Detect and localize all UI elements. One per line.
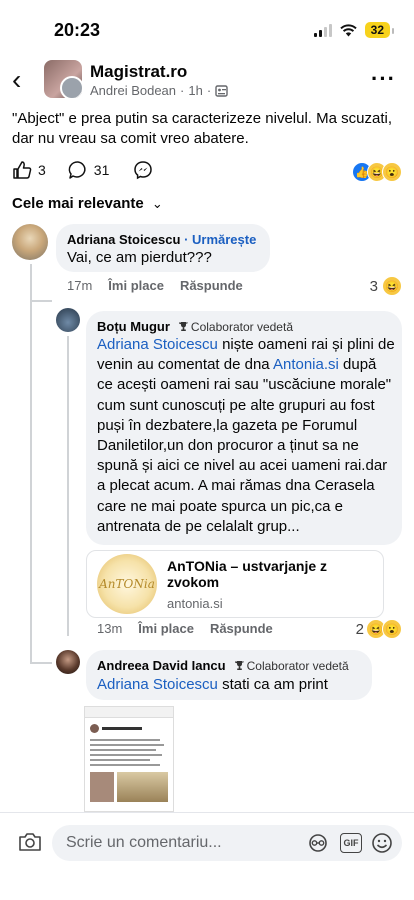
more-options-icon[interactable]: ··· — [371, 66, 396, 92]
wifi-icon — [339, 23, 357, 36]
wow-reaction-icon: 😮 — [382, 619, 402, 639]
reaction-count: 2 — [355, 620, 364, 638]
follow-link[interactable]: · Urmărește — [184, 232, 256, 247]
screenshot-image-attachment[interactable] — [84, 706, 174, 812]
messenger-share-button[interactable] — [133, 160, 153, 180]
haha-reaction-icon: 😆 — [382, 276, 402, 296]
thread-branch — [30, 300, 52, 302]
comment-bubble-icon — [68, 161, 86, 179]
like-button[interactable]: 3 — [12, 160, 46, 180]
mention-link[interactable]: Antonia.si — [273, 356, 339, 373]
chevron-down-icon: ⌄ — [151, 196, 163, 211]
emoji-icon[interactable] — [371, 832, 393, 854]
author-name[interactable]: Andrei Bodean — [90, 83, 176, 98]
comment-reactions[interactable]: 3 😆 — [370, 276, 402, 296]
post-text: "Abject" e prea putin sa caracterizeze n… — [12, 110, 392, 147]
author-avatar — [60, 76, 82, 98]
gif-icon[interactable]: GIF — [340, 833, 362, 853]
comment-count: 31 — [93, 162, 110, 178]
sort-label: Cele mai relevante — [12, 195, 144, 212]
reaction-summary[interactable]: 👍 😆 😮 — [352, 162, 402, 182]
group-privacy-icon — [215, 84, 228, 97]
like-comment-button[interactable]: Îmi place — [138, 621, 194, 636]
link-thumbnail: AnTONia — [97, 554, 157, 614]
trophy-icon — [234, 661, 244, 670]
thread-line — [67, 336, 69, 636]
comment-reactions[interactable]: 2 😆 😮 — [356, 619, 402, 639]
link-title: AnTONia – ustvarjanje z zvokom — [167, 557, 328, 590]
trophy-icon — [178, 322, 188, 331]
post-actions: 3 31 — [12, 160, 153, 180]
like-count: 3 — [38, 162, 46, 178]
status-time: 20:23 — [54, 20, 101, 40]
avatar[interactable] — [12, 224, 48, 260]
reply-button[interactable]: Răspunde — [180, 278, 243, 293]
group-title[interactable]: Magistrat.ro — [90, 62, 187, 82]
comment-button[interactable]: 31 — [68, 160, 110, 180]
thread-line — [30, 264, 32, 664]
post-byline: Andrei Bodean · 1h · — [90, 83, 228, 98]
group-avatar[interactable] — [44, 60, 82, 98]
reply-button[interactable]: Răspunde — [210, 621, 273, 636]
mention-link[interactable]: Adriana Stoicescu — [97, 336, 218, 353]
comment-time: 17m — [67, 278, 93, 293]
link-domain: antonia.si — [167, 595, 223, 611]
like-comment-button[interactable]: Îmi place — [108, 278, 164, 293]
link-preview-card[interactable]: AnTONia AnTONia – ustvarjanje z zvokom a… — [86, 550, 384, 618]
comment-author[interactable]: Adriana Stoicescu · Urmărește — [67, 232, 256, 247]
thread-branch — [30, 662, 52, 664]
signal-icon — [313, 23, 332, 37]
comment-input-placeholder: Scrie un comentariu... — [66, 834, 222, 851]
battery-indicator: 32 — [364, 22, 395, 38]
mention-link[interactable]: Adriana Stoicescu — [97, 676, 218, 693]
status-icons: 32 — [313, 22, 395, 38]
back-arrow-icon[interactable]: ‹ — [12, 66, 21, 94]
comment-author[interactable]: Andreea David Iancu Colaborator vedetă — [97, 658, 349, 673]
avatar[interactable] — [56, 650, 80, 674]
top-contributor-badge: Colaborator vedetă — [178, 320, 293, 334]
post-age: 1h — [188, 83, 203, 98]
comment-meta: 13m Îmi place Răspunde — [97, 621, 273, 636]
avatar-sticker-icon[interactable] — [307, 833, 329, 853]
comment-time: 13m — [97, 621, 123, 636]
top-contributor-badge: Colaborator vedetă — [234, 659, 349, 673]
avatar[interactable] — [56, 308, 80, 332]
sort-comments-dropdown[interactable]: Cele mai relevante ⌄ — [12, 195, 163, 212]
messenger-icon — [134, 161, 153, 180]
wow-reaction-icon: 😮 — [382, 162, 402, 182]
thumbs-up-icon — [13, 161, 32, 179]
reaction-count: 3 — [369, 277, 378, 295]
comment-text: Adriana Stoicescu stati ca am print — [97, 676, 328, 693]
camera-icon[interactable] — [18, 832, 42, 852]
comment-text: Vai, ce am pierdut??? — [67, 249, 212, 266]
comment-author[interactable]: Boțu Mugur Colaborator vedetă — [97, 319, 293, 334]
comment-meta: 17m Îmi place Răspunde — [67, 278, 243, 293]
comment-text: Adriana Stoicescu niște oameni rai și pl… — [97, 336, 395, 535]
